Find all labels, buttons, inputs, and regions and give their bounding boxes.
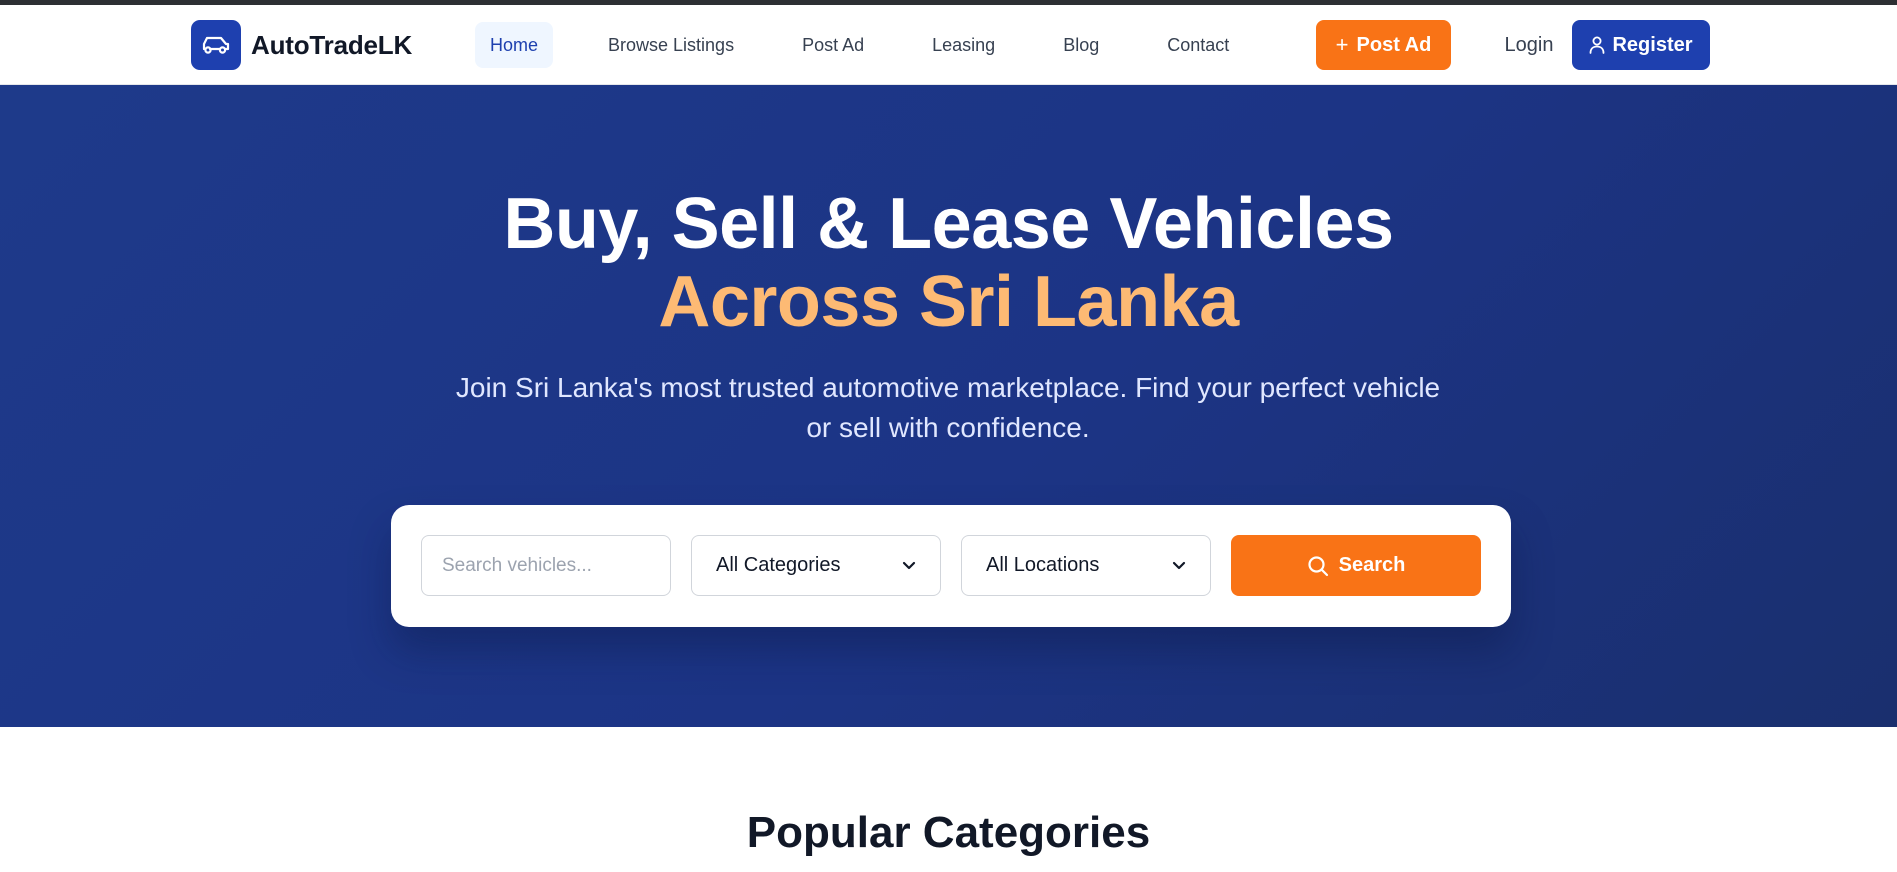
top-navbar: AutoTradeLK Home Browse Listings Post Ad… — [0, 5, 1897, 85]
plus-icon: + — [1335, 32, 1349, 57]
location-select[interactable]: All Locations — [961, 535, 1211, 596]
brand-name: AutoTradeLK — [251, 29, 413, 60]
hero-title-accent: Across Sri Lanka — [658, 262, 1239, 342]
search-button[interactable]: Search — [1231, 535, 1481, 596]
popular-categories-title: Popular Categories — [746, 808, 1151, 857]
nav-home[interactable]: Home — [475, 22, 554, 68]
login-button-label: Login — [1504, 33, 1554, 56]
search-input[interactable] — [421, 535, 671, 596]
nav-post-ad[interactable]: Post Ad — [787, 22, 879, 68]
search-panel: All Categories All Locations Search — [391, 505, 1511, 627]
user-icon — [1590, 36, 1605, 54]
hero-section: Buy, Sell & Lease Vehicles Across Sri La… — [0, 85, 1897, 727]
nav-leasing[interactable]: Leasing — [917, 22, 1010, 68]
register-button[interactable]: Register — [1572, 20, 1710, 70]
chevron-down-icon — [1172, 561, 1186, 569]
location-select-value: All Locations — [986, 554, 1100, 576]
login-button[interactable]: Login — [1474, 20, 1584, 70]
car-icon — [191, 20, 241, 70]
category-select-value: All Categories — [716, 554, 841, 576]
nav-blog[interactable]: Blog — [1048, 22, 1114, 68]
search-icon — [1308, 555, 1328, 576]
hero-title: Buy, Sell & Lease Vehicles Across Sri La… — [0, 185, 1897, 341]
nav-contact[interactable]: Contact — [1152, 22, 1244, 68]
main-nav: Home Browse Listings Post Ad Leasing Blo… — [475, 22, 1282, 68]
hero-title-line1: Buy, Sell & Lease Vehicles — [503, 184, 1394, 264]
post-ad-button-label: Post Ad — [1356, 33, 1432, 56]
post-ad-button[interactable]: + Post Ad — [1316, 20, 1451, 70]
search-button-label: Search — [1338, 554, 1406, 576]
hero-subtitle: Join Sri Lanka's most trusted automotive… — [455, 372, 1441, 443]
nav-browse-listings[interactable]: Browse Listings — [593, 22, 749, 68]
register-button-label: Register — [1612, 33, 1693, 56]
chevron-down-icon — [902, 561, 916, 569]
brand-link[interactable]: AutoTradeLK — [191, 20, 412, 70]
category-select[interactable]: All Categories — [691, 535, 941, 596]
